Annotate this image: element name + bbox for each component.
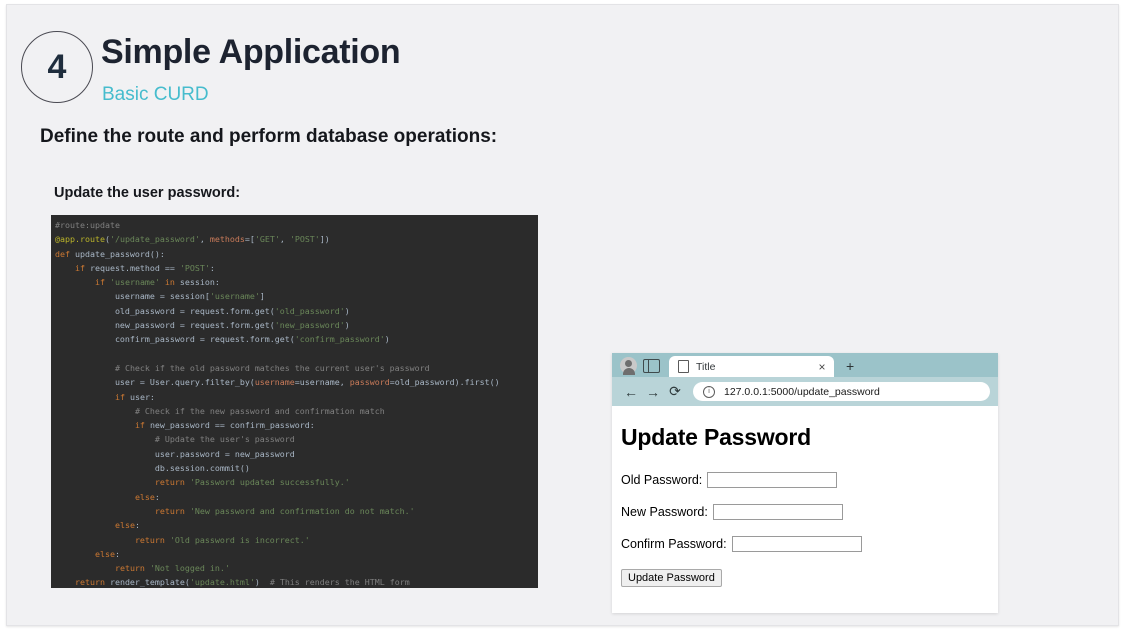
code-listing: #route:update @app.route('/update_passwor… (55, 220, 500, 588)
browser-tab[interactable]: Title × (669, 356, 834, 377)
close-icon[interactable]: × (816, 360, 828, 374)
update-password-button[interactable]: Update Password (621, 569, 722, 587)
browser-tabstrip: Title × + (612, 353, 998, 377)
address-bar-url: 127.0.0.1:5000/update_password (724, 385, 880, 398)
tab-title: Title (696, 360, 716, 373)
panel-toggle-icon[interactable] (643, 359, 660, 373)
old-password-row: Old Password: (621, 472, 998, 488)
form-heading: Update Password (621, 424, 811, 450)
page-title: Simple Application (101, 33, 401, 71)
confirm-password-input[interactable] (731, 536, 862, 552)
info-icon[interactable]: i (703, 385, 715, 398)
code-block: #route:update @app.route('/update_passwor… (51, 215, 538, 588)
back-arrow-icon[interactable]: ← (620, 384, 642, 400)
slide-number: 4 (47, 47, 67, 86)
profile-avatar-icon[interactable] (620, 357, 637, 375)
page-subtitle: Basic CURD (102, 84, 209, 105)
reload-icon[interactable]: ⟳ (664, 383, 686, 400)
new-password-label: New Password: (621, 505, 708, 519)
slide-number-badge: 4 (21, 31, 93, 103)
browser-viewport: Update Password Old Password: New Passwo… (612, 406, 998, 613)
new-tab-icon[interactable]: + (846, 359, 854, 373)
lead-text: Define the route and perform database op… (40, 126, 498, 147)
new-password-input[interactable] (712, 504, 843, 520)
confirm-password-row: Confirm Password: (621, 536, 998, 552)
address-bar[interactable]: i 127.0.0.1:5000/update_password (693, 382, 990, 401)
old-password-input[interactable] (707, 472, 838, 488)
browser-toolbar: ← → ⟳ i 127.0.0.1:5000/update_password (612, 377, 998, 406)
new-password-row: New Password: (621, 504, 998, 520)
section-subheading: Update the user password: (54, 185, 241, 201)
forward-arrow-icon[interactable]: → (642, 384, 664, 400)
old-password-label: Old Password: (621, 473, 703, 487)
browser-window: Title × + ← → ⟳ i 127.0.0.1:5000/update_… (612, 353, 998, 613)
confirm-password-label: Confirm Password: (621, 537, 727, 551)
slide-frame: 4 Simple Application Basic CURD Define t… (6, 4, 1119, 626)
document-icon (678, 360, 689, 373)
